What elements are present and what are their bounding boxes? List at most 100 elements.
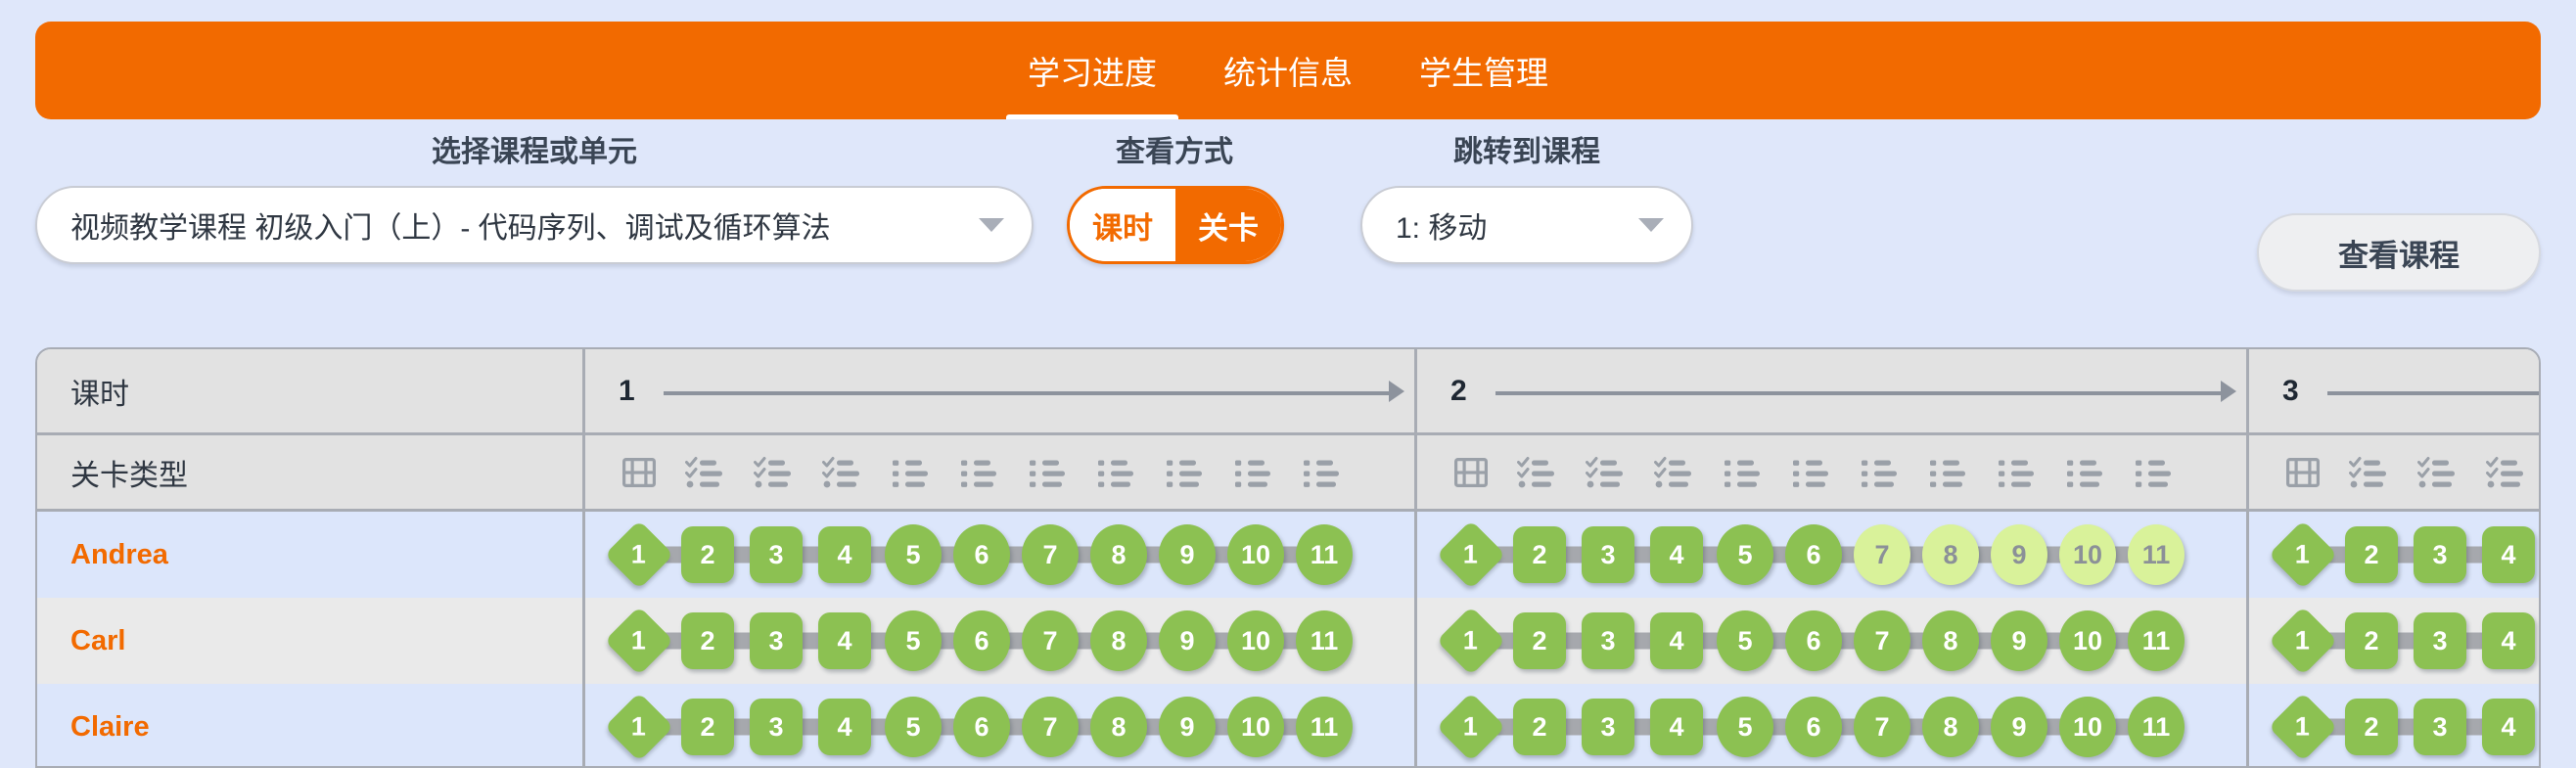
level-slot: 6 [1779,610,1848,671]
level-badge-8[interactable]: 8 [1922,610,1979,671]
level-badge-9[interactable]: 9 [1991,697,2047,757]
level-badge-6[interactable]: 6 [1785,697,1842,757]
level-badge-2[interactable]: 2 [1513,526,1566,583]
level-badge-9[interactable]: 9 [1159,610,1216,671]
student-name[interactable]: Claire [37,684,585,766]
level-slot: 2 [673,699,742,755]
level-badge-2[interactable]: 2 [681,699,734,755]
level-badge-9[interactable]: 9 [1159,697,1216,757]
level-badge-10[interactable]: 10 [2059,610,2116,671]
level-badge-11[interactable]: 11 [2128,524,2185,585]
level-badge-5[interactable]: 5 [885,610,942,671]
level-badge-5[interactable]: 5 [1717,697,1773,757]
table-row: Claire 1 2 3 4 5 6 7 8 9 10 11 1 2 3 4 5 6 7 8 9 10 11 1 2 3 4 [37,684,2539,766]
level-badge-4[interactable]: 4 [818,699,871,755]
view-mode-option-2[interactable]: 关卡 [1175,189,1281,261]
level-badge-3[interactable]: 3 [1582,699,1634,755]
bullet-list-icon [947,456,1016,489]
level-badge-10[interactable]: 10 [2059,524,2116,585]
level-badge-2[interactable]: 2 [2345,699,2398,755]
level-badge-5[interactable]: 5 [1717,524,1773,585]
level-badge-10[interactable]: 10 [1227,697,1284,757]
level-badge-4[interactable]: 4 [2482,526,2535,583]
level-badge-4[interactable]: 4 [1650,699,1703,755]
level-slot: 3 [1574,699,1642,755]
level-badge-8[interactable]: 8 [1922,524,1979,585]
level-badge-9[interactable]: 9 [1991,524,2047,585]
level-badge-1[interactable]: 1 [2268,520,2338,590]
view-mode-toggle[interactable]: 课时 关卡 [1067,186,1284,264]
level-badge-11[interactable]: 11 [1296,524,1353,585]
level-badge-2[interactable]: 2 [681,526,734,583]
level-slot: 7 [1016,610,1084,671]
level-badge-8[interactable]: 8 [1090,524,1147,585]
level-badge-1[interactable]: 1 [604,520,674,590]
level-badge-6[interactable]: 6 [1785,610,1842,671]
level-badge-3[interactable]: 3 [750,526,803,583]
level-badge-10[interactable]: 10 [2059,697,2116,757]
level-badge-1[interactable]: 1 [1436,606,1506,676]
level-badge-4[interactable]: 4 [1650,526,1703,583]
student-name[interactable]: Andrea [37,512,585,598]
level-badge-3[interactable]: 3 [1582,526,1634,583]
level-badge-11[interactable]: 11 [1296,610,1353,671]
level-badge-4[interactable]: 4 [818,612,871,669]
level-badge-8[interactable]: 8 [1090,697,1147,757]
tab-2[interactable]: 统计信息 [1190,22,1386,119]
view-mode-option-1[interactable]: 课时 [1070,189,1175,261]
level-badge-1[interactable]: 1 [604,692,674,762]
level-badge-3[interactable]: 3 [2414,612,2466,669]
level-badge-9[interactable]: 9 [1159,524,1216,585]
level-badge-3[interactable]: 3 [750,612,803,669]
level-badge-7[interactable]: 7 [1854,524,1910,585]
course-select-label: 选择课程或单元 [432,136,637,168]
level-badge-3[interactable]: 3 [750,699,803,755]
level-badge-11[interactable]: 11 [1296,697,1353,757]
tab-3[interactable]: 学生管理 [1386,22,1582,119]
level-badge-2[interactable]: 2 [2345,612,2398,669]
level-badge-6[interactable]: 6 [1785,524,1842,585]
level-badge-7[interactable]: 7 [1854,697,1910,757]
level-badge-5[interactable]: 5 [885,697,942,757]
level-badge-1[interactable]: 1 [1436,692,1506,762]
level-badge-8[interactable]: 8 [1090,610,1147,671]
level-badge-6[interactable]: 6 [953,524,1010,585]
level-badge-5[interactable]: 5 [1717,610,1773,671]
level-badge-2[interactable]: 2 [681,612,734,669]
level-badge-7[interactable]: 7 [1022,524,1079,585]
student-name[interactable]: Carl [37,598,585,684]
level-badge-10[interactable]: 10 [1227,610,1284,671]
level-badge-4[interactable]: 4 [2482,612,2535,669]
level-badge-1[interactable]: 1 [604,606,674,676]
level-badge-5[interactable]: 5 [885,524,942,585]
level-badge-6[interactable]: 6 [953,697,1010,757]
level-badge-2[interactable]: 2 [1513,612,1566,669]
level-badge-9[interactable]: 9 [1991,610,2047,671]
level-badge-4[interactable]: 4 [1650,612,1703,669]
level-badge-11[interactable]: 11 [2128,610,2185,671]
level-badge-7[interactable]: 7 [1022,610,1079,671]
level-badge-6[interactable]: 6 [953,610,1010,671]
level-badge-1[interactable]: 1 [2268,606,2338,676]
level-badge-2[interactable]: 2 [1513,699,1566,755]
jump-to-lesson-select[interactable]: 1: 移动 [1360,186,1693,264]
level-badge-10[interactable]: 10 [1227,524,1284,585]
level-badge-11[interactable]: 11 [2128,697,2185,757]
level-badge-7[interactable]: 7 [1854,610,1910,671]
level-slot: 2 [2337,612,2406,669]
tab-1[interactable]: 学习进度 [994,22,1190,119]
level-slot: 8 [1916,524,1985,585]
course-select[interactable]: 视频教学课程 初级入门（上）- 代码序列、调试及循环算法 [35,186,1034,264]
view-course-button[interactable]: 查看课程 [2257,213,2541,292]
level-badge-8[interactable]: 8 [1922,697,1979,757]
level-badge-1[interactable]: 1 [2268,692,2338,762]
level-badge-2[interactable]: 2 [2345,526,2398,583]
level-badge-3[interactable]: 3 [1582,612,1634,669]
level-badge-3[interactable]: 3 [2414,526,2466,583]
lessons-header-row: 课时 1 2 3 [37,349,2539,435]
level-badge-4[interactable]: 4 [818,526,871,583]
level-badge-4[interactable]: 4 [2482,699,2535,755]
level-badge-7[interactable]: 7 [1022,697,1079,757]
level-badge-1[interactable]: 1 [1436,520,1506,590]
level-badge-3[interactable]: 3 [2414,699,2466,755]
